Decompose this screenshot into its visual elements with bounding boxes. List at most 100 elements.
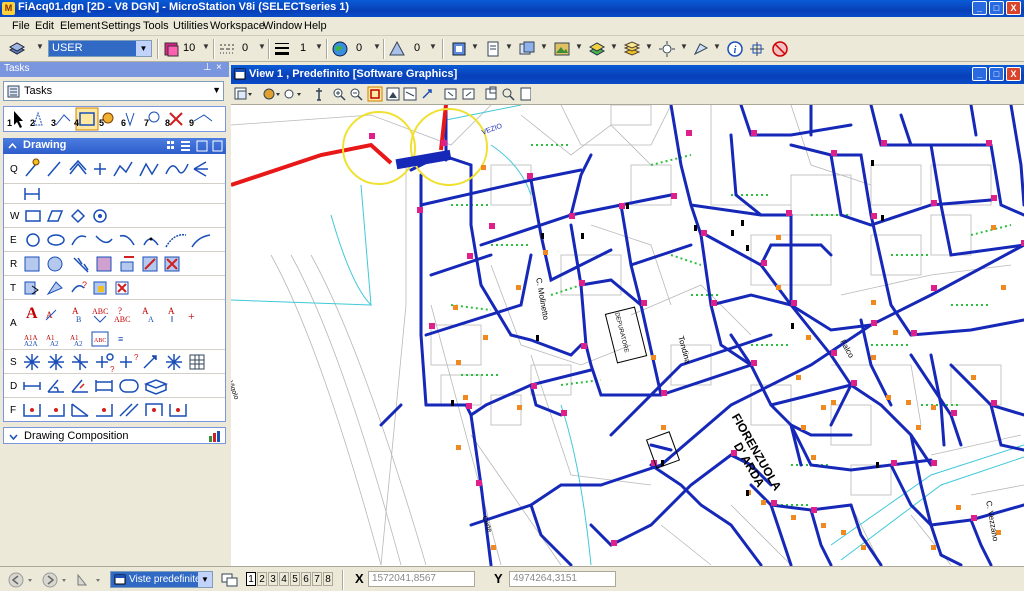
- s-cell-tools-icons[interactable]: ??: [22, 352, 222, 372]
- f-modify-tools-icons[interactable]: [22, 400, 222, 420]
- chevron-down-icon[interactable]: ▼: [680, 42, 688, 51]
- accudraw-icon[interactable]: [748, 40, 766, 58]
- dimension-tool-icon[interactable]: [22, 186, 52, 202]
- r-tools-icons[interactable]: [22, 254, 222, 274]
- view-number-button[interactable]: 5: [290, 572, 300, 586]
- map-drawing[interactable]: [231, 105, 1024, 566]
- window-title-bar[interactable]: M FiAcq01.dgn [2D - V8 DGN] - MicroStati…: [0, 0, 1024, 17]
- drawing-task-header[interactable]: Drawing: [3, 138, 226, 154]
- toolbar-separator: [442, 39, 444, 59]
- transparency-globe-icon[interactable]: [331, 40, 349, 58]
- y-coordinate-field[interactable]: 4974264,3151: [509, 571, 616, 587]
- view-number-button[interactable]: 1: [246, 572, 256, 586]
- chevron-down-icon[interactable]: ▼: [258, 42, 266, 51]
- line-style-icon[interactable]: [218, 40, 236, 58]
- menu-element[interactable]: Element: [60, 20, 100, 32]
- raster-icon[interactable]: [553, 40, 571, 58]
- view-controls-icons[interactable]: [231, 84, 532, 104]
- chevron-down-icon[interactable]: ▼: [540, 42, 548, 51]
- d-dimension-tools-icons[interactable]: [22, 376, 222, 396]
- view-maximize-button[interactable]: □: [989, 67, 1004, 81]
- drawing-view-canvas[interactable]: FIORENZUOLA D' ARDA C. Molinetto C. Vezz…: [231, 105, 1024, 566]
- active-level-select[interactable]: USER ▼: [48, 40, 152, 57]
- chevron-down-icon[interactable]: ▼: [575, 42, 583, 51]
- level-manager-icon[interactable]: [8, 40, 26, 58]
- chevron-down-icon[interactable]: ▼: [198, 572, 212, 587]
- render-icon[interactable]: [692, 40, 710, 58]
- view-number-button[interactable]: 3: [268, 572, 278, 586]
- maximize-button[interactable]: □: [989, 1, 1004, 15]
- q-tools-icons[interactable]: [22, 158, 222, 180]
- active-style-value[interactable]: 0: [242, 42, 248, 54]
- levels-icon[interactable]: [623, 40, 641, 58]
- chevron-down-icon[interactable]: ▼: [505, 42, 513, 51]
- menu-workspace[interactable]: Workspace: [210, 20, 265, 32]
- chevron-down-icon[interactable]: ▼: [429, 42, 437, 51]
- chevron-down-icon[interactable]: ▼: [713, 42, 721, 51]
- view-window-title-bar[interactable]: View 1 , Predefinito [Software Graphics]…: [231, 65, 1024, 84]
- color-icon[interactable]: [163, 40, 181, 58]
- chevron-down-icon[interactable]: ▼: [36, 42, 44, 51]
- active-transparency-value[interactable]: 0: [356, 42, 362, 54]
- close-icon[interactable]: ×: [216, 62, 222, 73]
- svg-text:ABC: ABC: [94, 338, 106, 344]
- light-icon[interactable]: [658, 40, 676, 58]
- references-icon[interactable]: [518, 40, 536, 58]
- view-number-button[interactable]: 7: [312, 572, 322, 586]
- view-navigation-controls[interactable]: [6, 571, 106, 589]
- chevron-down-icon[interactable]: ▼: [212, 85, 221, 95]
- pin-icon[interactable]: ⊥: [203, 62, 212, 73]
- level-display-icon[interactable]: [588, 40, 606, 58]
- chevron-down-icon[interactable]: ▼: [610, 42, 618, 51]
- w-tools-icons[interactable]: [22, 207, 122, 225]
- view-number-button[interactable]: 8: [323, 572, 333, 586]
- svg-text:A2: A2: [74, 340, 83, 348]
- active-weight-value[interactable]: 1: [300, 42, 306, 54]
- chevron-up-icon[interactable]: [7, 141, 18, 152]
- chevron-down-icon[interactable]: ▼: [202, 42, 210, 51]
- line-weight-icon[interactable]: [273, 40, 291, 58]
- priority-icon[interactable]: [388, 40, 406, 58]
- tasks-combo[interactable]: Tasks ▼: [3, 81, 224, 101]
- minimize-button[interactable]: _: [972, 1, 987, 15]
- menu-utilities[interactable]: Utilities: [173, 20, 208, 32]
- menu-settings[interactable]: Settings: [101, 20, 141, 32]
- task-number: 5: [99, 118, 105, 128]
- drawing-composition-task[interactable]: Drawing Composition: [3, 427, 226, 444]
- info-icon[interactable]: i: [726, 40, 744, 58]
- active-color-value[interactable]: 10: [183, 42, 195, 54]
- view-window-icon[interactable]: [234, 68, 246, 80]
- menu-help[interactable]: Help: [304, 20, 327, 32]
- chevron-down-icon[interactable]: [8, 431, 19, 442]
- saved-views-select[interactable]: Viste predefinite ▼: [110, 571, 213, 588]
- e-tools-icons[interactable]: [22, 231, 222, 249]
- chevron-down-icon[interactable]: ▼: [645, 42, 653, 51]
- tasks-dialog-title[interactable]: Tasks ⊥ ×: [0, 62, 229, 77]
- row-key: E: [10, 235, 17, 246]
- chevron-down-icon[interactable]: ▼: [471, 42, 479, 51]
- menu-file[interactable]: File: [12, 20, 30, 32]
- view-groups-icon[interactable]: [220, 572, 240, 588]
- chevron-down-icon[interactable]: ▼: [315, 42, 323, 51]
- active-priority-value[interactable]: 0: [414, 42, 420, 54]
- view-number-button[interactable]: 6: [301, 572, 311, 586]
- view-number-button[interactable]: 2: [257, 572, 267, 586]
- menu-edit[interactable]: Edit: [35, 20, 54, 32]
- microstation-app-icon[interactable]: M: [2, 2, 15, 15]
- chevron-down-icon[interactable]: ▼: [373, 42, 381, 51]
- x-coordinate-field[interactable]: 1572041,8567: [368, 571, 475, 587]
- close-button[interactable]: X: [1006, 1, 1021, 15]
- t-tools-icons[interactable]: ?: [22, 278, 142, 298]
- chevron-down-icon[interactable]: ▼: [136, 41, 151, 56]
- menu-tools[interactable]: Tools: [143, 20, 169, 32]
- view-minimize-button[interactable]: _: [972, 67, 987, 81]
- document-icon[interactable]: [484, 40, 502, 58]
- menu-window[interactable]: Window: [263, 20, 302, 32]
- valve-markers: [369, 130, 1024, 546]
- no-snap-icon[interactable]: [771, 40, 789, 58]
- a-text-tools-icons[interactable]: A A AB ABC ?ABC AA A + A1AA2A A1A2 A1A2 …: [22, 302, 222, 348]
- view-number-button[interactable]: 4: [279, 572, 289, 586]
- view-close-button[interactable]: X: [1006, 67, 1021, 81]
- view-mode-icons[interactable]: [167, 140, 223, 152]
- element-selection-icon[interactable]: [450, 40, 468, 58]
